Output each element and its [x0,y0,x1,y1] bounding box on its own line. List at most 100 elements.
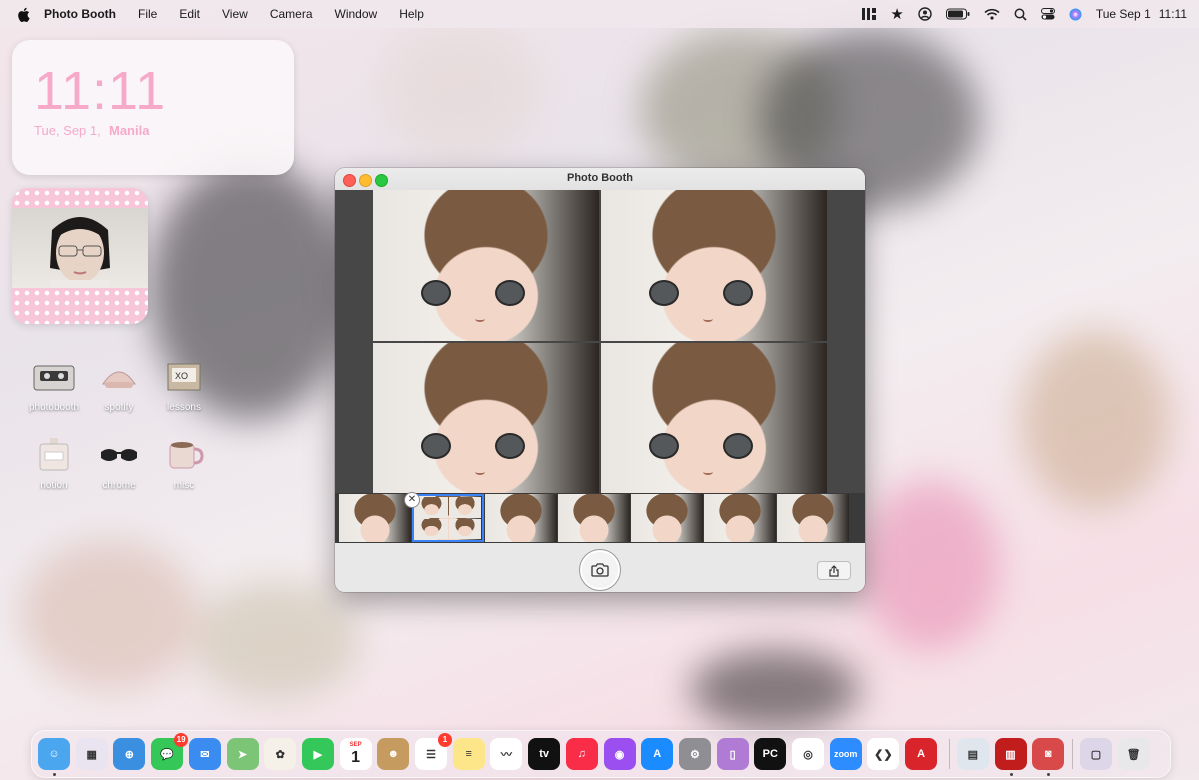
finder-icon: ☺ [48,748,60,760]
dock-iphone-mirroring[interactable]: ▯ [716,738,749,770]
dock-maps[interactable]: ➤ [226,738,259,770]
photo-booth-window[interactable]: Photo Booth ✕ [335,168,865,592]
dock-preview[interactable]: ▤ [956,738,989,770]
photos-icon: ✿ [275,748,285,761]
control-center-icon[interactable] [1040,8,1055,20]
running-indicator [1047,773,1051,776]
dock-autocad[interactable]: A [905,738,938,770]
desktop-label: chrome [102,480,136,491]
dock-vscode[interactable]: ❮❯ [867,738,900,770]
menu-file[interactable]: File [138,7,157,21]
camera-icon [591,563,609,577]
apple-icon[interactable] [16,6,32,22]
dock-contacts[interactable]: ☻ [377,738,410,770]
take-photo-button[interactable] [579,549,621,591]
menu-view[interactable]: View [222,7,248,21]
dock-notes[interactable]: ≡ [452,738,485,770]
menu-edit[interactable]: Edit [179,7,200,21]
photo-widget[interactable] [12,188,148,324]
dock-zoom[interactable]: zoom [829,738,862,770]
desktop-folder-photobooth[interactable]: photobooth [24,358,84,413]
mug-icon [162,436,206,472]
chrome-icon: ◎ [803,748,813,761]
running-indicator [1009,773,1013,776]
menubar-date[interactable]: Tue Sep 1 [1096,7,1151,21]
search-icon[interactable] [1014,8,1027,21]
launchpad-icon: ▦ [86,748,97,761]
thumbnail[interactable] [558,494,630,542]
dock-podcasts[interactable]: ◉ [603,738,636,770]
window-titlebar[interactable]: Photo Booth [335,168,865,191]
desktop-folder-chrome[interactable]: chrome [89,436,149,491]
desktop-folder-spotify[interactable]: spotify [89,358,149,413]
menu-window[interactable]: Window [335,7,378,21]
dock-calendar[interactable]: SEP 1 [339,738,372,770]
desktop-folder-misc[interactable]: misc [154,436,214,491]
thumbnail[interactable] [485,494,557,542]
widget-icon[interactable] [862,8,877,20]
iphone-mirroring-icon: ▯ [729,748,736,761]
share-button[interactable] [817,561,851,580]
preview-icon: ▤ [967,748,978,761]
dock-safari[interactable]: ⊕ [113,738,146,770]
dock-mail[interactable]: ✉ [188,738,221,770]
close-icon[interactable]: ✕ [404,492,420,508]
safari-icon: ⊕ [124,748,134,761]
notification-badge: 19 [174,733,189,747]
photo-booth-2-icon: ◙ [1044,748,1052,760]
thumbnail[interactable] [777,494,849,542]
music-icon: ♫ [577,748,586,760]
user-icon[interactable] [918,7,932,21]
star-icon[interactable]: ★ [890,5,903,23]
dock-separator [948,739,950,769]
siri-icon[interactable] [1069,8,1082,21]
widget-date: Tue, Sep 1, [34,123,101,138]
dock-app-store[interactable]: A [641,738,674,770]
dock-separator [1071,739,1073,769]
photo-frame [373,190,599,341]
menu-app-name[interactable]: Photo Booth [44,7,116,21]
dock-facetime[interactable]: ▶ [301,738,334,770]
desktop-folder-lessons[interactable]: XO lessons [154,358,214,413]
dock-launchpad[interactable]: ▦ [75,738,108,770]
maps-icon: ➤ [237,748,248,761]
share-icon [829,564,839,577]
dock-downloads[interactable]: ▢ [1079,738,1112,770]
dock-photo-booth[interactable]: ▥ [994,738,1027,770]
dock-chrome[interactable]: ◎ [792,738,824,770]
thumbnail-selected[interactable]: ✕ [404,492,484,542]
notification-badge: 1 [438,733,452,747]
dock-pycharm[interactable]: PC [754,738,787,770]
dock-photo-booth-2[interactable]: ◙ [1032,738,1065,770]
dock-trash[interactable]: 🗑 [1117,738,1150,770]
thumbnail[interactable] [339,494,411,542]
thumbnail[interactable] [631,494,703,542]
desktop-label: lessons [167,402,201,413]
dock-system-settings[interactable]: ⚙ [678,738,711,770]
desktop-folder-notion[interactable]: notion [24,436,84,491]
thumbnail[interactable] [704,494,776,542]
menubar-time[interactable]: 11:11 [1159,7,1187,21]
controls-bar [335,543,865,592]
dock-messages[interactable]: 💬 19 [151,733,189,770]
dock-reminders[interactable]: ☰ 1 [415,733,452,770]
dock-apple-tv[interactable]: tv [528,738,561,770]
desktop-label: misc [173,480,195,491]
dock-music[interactable]: ♫ [565,738,598,770]
notes-icon: ≡ [465,748,472,760]
menu-help[interactable]: Help [399,7,424,21]
clock-widget[interactable]: 11:11 Tue, Sep 1, Manila [12,40,294,175]
battery-icon[interactable] [945,8,970,20]
vscode-icon: ❮❯ [874,748,893,761]
apple-tv-icon: tv [539,748,549,760]
dock-photos[interactable]: ✿ [264,738,297,770]
wifi-icon[interactable] [984,8,1000,20]
downloads-icon: ▢ [1090,748,1102,761]
reminders-icon: ☰ [426,748,436,761]
dock-finder[interactable]: ☺ [38,738,70,770]
menu-camera[interactable]: Camera [270,7,313,21]
thumbnail-strip: ✕ [335,492,865,543]
dock-freeform[interactable]: 〰 [490,738,523,770]
photo-frame [601,190,827,341]
svg-text:XO: XO [175,371,188,381]
